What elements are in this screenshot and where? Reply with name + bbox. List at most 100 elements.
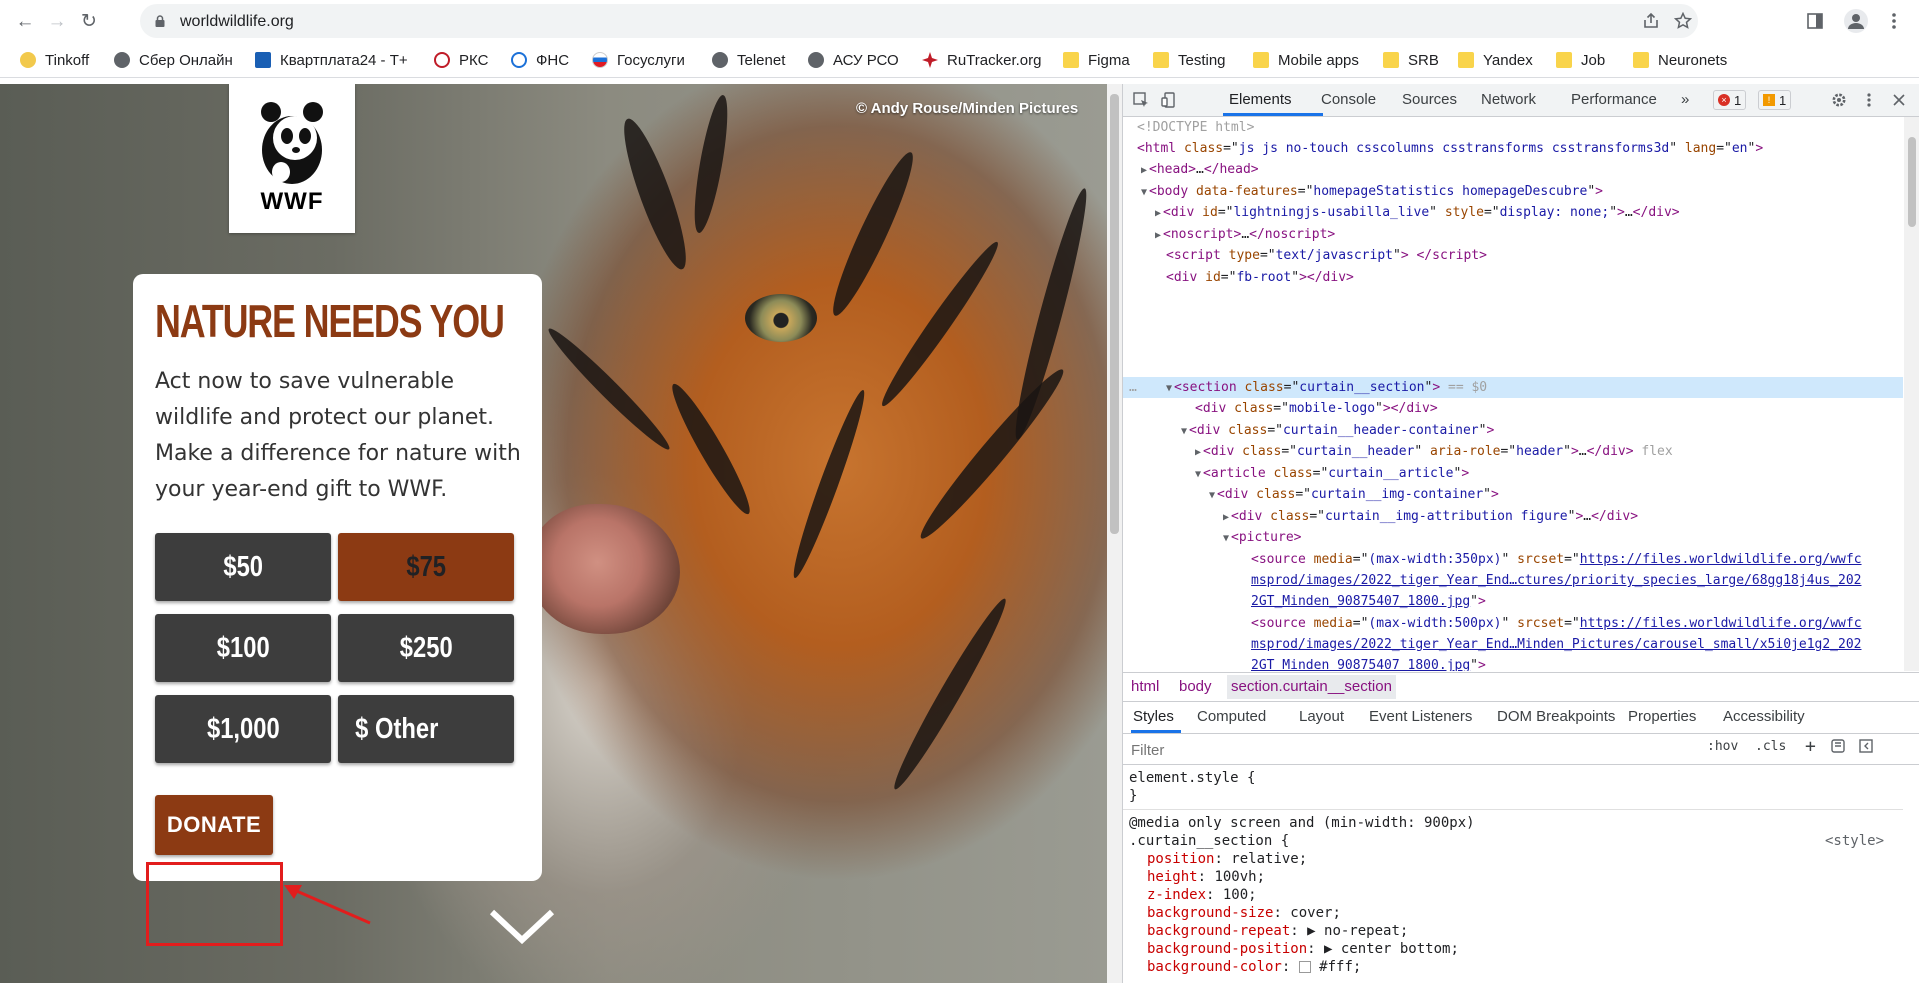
- dom-line[interactable]: msprod/images/2022_tiger_Year_End…ctures…: [1251, 570, 1861, 591]
- dom-line[interactable]: <div id="fb-root"></div>: [1166, 267, 1354, 288]
- breadcrumb-section[interactable]: section.curtain__section: [1227, 675, 1396, 699]
- tab-performance[interactable]: Performance: [1571, 84, 1657, 116]
- dom-line[interactable]: ▼ <picture>: [1223, 527, 1301, 548]
- dom-line-selected[interactable]: ▼ <section class="curtain__section"> == $…: [1166, 377, 1487, 398]
- tab-accessibility[interactable]: Accessibility: [1723, 701, 1805, 733]
- dom-line[interactable]: <div class="mobile-logo"></div>: [1195, 398, 1438, 419]
- amount-100-button[interactable]: $100: [155, 614, 331, 682]
- style-property[interactable]: position: relative;: [1147, 850, 1307, 868]
- dom-tree-scrollbar-thumb[interactable]: [1908, 137, 1916, 227]
- donate-button[interactable]: DONATE: [155, 795, 273, 855]
- dom-line[interactable]: ▼ <div class="curtain__header-container">: [1181, 420, 1494, 441]
- bookmark-folder-figma[interactable]: Figma: [1063, 50, 1130, 70]
- inspect-element-icon[interactable]: [1131, 90, 1151, 110]
- error-badge[interactable]: × 1: [1713, 90, 1747, 110]
- tab-network[interactable]: Network: [1481, 84, 1536, 116]
- bookmark-fns[interactable]: ФНС: [511, 50, 569, 70]
- bookmark-sber[interactable]: Сбер Онлайн: [114, 50, 233, 70]
- dom-tree[interactable]: … <!DOCTYPE html> <html class="js js no-…: [1123, 117, 1903, 671]
- dom-line[interactable]: ▶ <div class="curtain__header" aria-role=…: [1195, 441, 1673, 462]
- dom-line[interactable]: <source media="(max-width:500px)" srcset…: [1251, 613, 1862, 634]
- bookmark-folder-neuronets[interactable]: Neuronets: [1633, 50, 1727, 70]
- bookmark-kvartplata[interactable]: Квартплата24 - Т+: [255, 50, 408, 70]
- ellipsis-icon[interactable]: …: [1129, 377, 1137, 398]
- dom-line[interactable]: ▶ <div class="curtain__img-attribution fi…: [1223, 506, 1638, 527]
- page-scrollbar-thumb[interactable]: [1110, 94, 1119, 534]
- tab-sources[interactable]: Sources: [1402, 84, 1457, 116]
- close-devtools-icon[interactable]: [1889, 90, 1909, 110]
- color-swatch[interactable]: [1298, 961, 1311, 973]
- dom-line[interactable]: <!DOCTYPE html>: [1137, 117, 1254, 138]
- dom-line[interactable]: msprod/images/2022_tiger_Year_End…Minden…: [1251, 634, 1861, 655]
- rule-selector[interactable]: .curtain__section {: [1129, 832, 1289, 850]
- rule-source-link[interactable]: <style>: [1825, 832, 1884, 850]
- url-text[interactable]: worldwildlife.org: [180, 13, 294, 31]
- device-toolbar-icon[interactable]: [1159, 90, 1179, 110]
- bookmark-folder-srb[interactable]: SRB: [1383, 50, 1439, 70]
- dom-line[interactable]: <html class="js js no-touch csscolumns c…: [1137, 138, 1763, 159]
- bookmark-rutracker[interactable]: RuTracker.org: [922, 50, 1041, 70]
- share-icon[interactable]: [1640, 10, 1662, 32]
- dom-line[interactable]: ▼ <article class="curtain__article">: [1195, 463, 1469, 484]
- dom-line[interactable]: ▶ <div id="lightningjs-usabilla_live" sty…: [1155, 202, 1680, 223]
- lock-icon[interactable]: [154, 15, 166, 27]
- sidepanel-icon[interactable]: [1802, 8, 1828, 34]
- bookmark-tinkoff[interactable]: Tinkoff: [20, 50, 89, 70]
- menu-icon[interactable]: [1881, 8, 1907, 34]
- bookmark-asu-rso[interactable]: АСУ РСО: [808, 50, 899, 70]
- address-bar[interactable]: worldwildlife.org: [140, 4, 1698, 38]
- bookmark-folder-testing[interactable]: Testing: [1153, 50, 1226, 70]
- amount-250-button[interactable]: $250: [338, 614, 514, 682]
- devtools-menu-icon[interactable]: [1859, 90, 1879, 110]
- bookmark-gosuslugi[interactable]: Госуслуги: [592, 50, 685, 70]
- style-property[interactable]: z-index: 100;: [1147, 886, 1257, 904]
- element-style-selector[interactable]: element.style {: [1129, 769, 1255, 787]
- dom-line[interactable]: <script type="text/javascript"> </script…: [1166, 245, 1487, 266]
- style-property[interactable]: height: 100vh;: [1147, 868, 1265, 886]
- dom-line[interactable]: 2GT_Minden_90875407_1800.jpg">: [1251, 655, 1486, 671]
- settings-gear-icon[interactable]: [1829, 90, 1849, 110]
- dom-line[interactable]: ▼ <div class="curtain__img-container">: [1209, 484, 1499, 505]
- dom-tree-scrollbar[interactable]: [1904, 117, 1919, 671]
- more-tabs-button[interactable]: »: [1681, 84, 1689, 116]
- breadcrumb-body[interactable]: body: [1179, 678, 1212, 695]
- amount-other-input[interactable]: $ Other: [338, 695, 514, 763]
- tab-elements[interactable]: Elements: [1229, 84, 1292, 116]
- warning-badge[interactable]: ! 1: [1758, 90, 1792, 110]
- style-property[interactable]: background-size: cover;: [1147, 904, 1341, 922]
- dom-line[interactable]: ▶ <noscript>…</noscript>: [1155, 224, 1335, 245]
- tab-dom-breakpoints[interactable]: DOM Breakpoints: [1497, 701, 1615, 733]
- bookmark-rks[interactable]: РКС: [434, 50, 488, 70]
- bookmark-folder-yandex[interactable]: Yandex: [1458, 50, 1533, 70]
- hover-state-button[interactable]: :hov: [1707, 739, 1738, 754]
- bookmark-folder-job[interactable]: Job: [1556, 50, 1605, 70]
- scroll-down-chevron-icon[interactable]: [488, 906, 556, 946]
- back-arrow-icon[interactable]: ←: [12, 8, 38, 34]
- reload-icon[interactable]: ↻: [76, 8, 102, 34]
- dom-line[interactable]: ▶ <head>…</head>: [1141, 159, 1259, 180]
- forward-arrow-icon[interactable]: →: [44, 8, 70, 34]
- tab-properties[interactable]: Properties: [1628, 701, 1696, 733]
- star-icon[interactable]: [1672, 10, 1694, 32]
- style-property[interactable]: background-repeat: ▶ no-repeat;: [1147, 922, 1408, 940]
- dom-line[interactable]: 2GT_Minden_90875407_1800.jpg">: [1251, 591, 1486, 612]
- style-property[interactable]: background-color: #fff;: [1147, 958, 1361, 976]
- dom-line[interactable]: <source media="(max-width:350px)" srcset…: [1251, 549, 1862, 570]
- styles-pane[interactable]: element.style { } @media only screen and…: [1123, 765, 1919, 983]
- amount-75-button[interactable]: $75: [338, 533, 514, 601]
- breadcrumb-html[interactable]: html: [1131, 678, 1159, 695]
- bookmark-telenet[interactable]: Telenet: [712, 50, 785, 70]
- tab-layout[interactable]: Layout: [1299, 701, 1344, 733]
- computed-styles-toggle-icon[interactable]: [1831, 739, 1845, 757]
- dom-line[interactable]: ▼ <body data-features="homepageStatistics…: [1141, 181, 1603, 202]
- styles-filter-input[interactable]: [1129, 738, 1703, 762]
- bookmark-folder-mobile-apps[interactable]: Mobile apps: [1253, 50, 1359, 70]
- wwf-logo[interactable]: WWF: [229, 84, 355, 233]
- tab-console[interactable]: Console: [1321, 84, 1376, 116]
- amount-50-button[interactable]: $50: [155, 533, 331, 601]
- class-toggle-button[interactable]: .cls: [1755, 739, 1786, 754]
- page-scrollbar[interactable]: [1107, 84, 1122, 983]
- amount-1000-button[interactable]: $1,000: [155, 695, 331, 763]
- tab-styles[interactable]: Styles: [1133, 701, 1174, 733]
- new-style-rule-icon[interactable]: +: [1805, 736, 1816, 757]
